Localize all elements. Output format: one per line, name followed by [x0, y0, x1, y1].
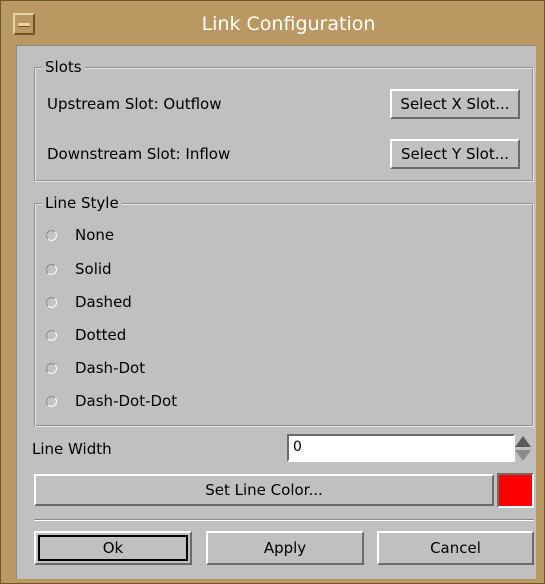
- spin-up-icon[interactable]: [515, 436, 531, 447]
- window-menu-button[interactable]: [13, 13, 35, 35]
- radio-label: Dashed: [75, 293, 132, 311]
- slots-group: Slots Upstream Slot: Outflow Select X Sl…: [34, 58, 534, 182]
- radio-label: Dash-Dot: [75, 359, 146, 377]
- title-bar[interactable]: Link Configuration: [9, 7, 532, 41]
- line-style-option-dotted[interactable]: Dotted: [46, 324, 126, 346]
- radio-icon: [46, 395, 57, 407]
- radio-icon: [46, 263, 57, 275]
- spin-down-icon[interactable]: [515, 450, 531, 461]
- line-style-option-dash-dot[interactable]: Dash-Dot: [46, 357, 145, 379]
- line-color-swatch: [497, 473, 534, 508]
- radio-label: None: [75, 226, 115, 244]
- apply-button[interactable]: Apply: [206, 531, 364, 565]
- set-line-color-button[interactable]: Set Line Color...: [34, 474, 494, 506]
- downstream-slot-label: Downstream Slot: Inflow: [47, 145, 231, 163]
- radio-label: Dotted: [75, 326, 127, 344]
- line-style-option-solid[interactable]: Solid: [46, 258, 112, 280]
- line-style-option-dashed[interactable]: Dashed: [46, 291, 132, 313]
- line-style-group-title: Line Style: [42, 194, 122, 212]
- select-x-slot-button[interactable]: Select X Slot...: [390, 89, 520, 119]
- radio-icon: [46, 296, 57, 308]
- line-style-group: Line Style None Solid Dashed Dotted Dash…: [34, 194, 534, 427]
- ok-button[interactable]: Ok: [34, 531, 192, 565]
- select-y-slot-button[interactable]: Select Y Slot...: [390, 139, 520, 169]
- window-title: Link Configuration: [201, 13, 376, 35]
- radio-icon: [46, 362, 57, 374]
- upstream-slot-label: Upstream Slot: Outflow: [47, 95, 222, 113]
- dialog-body: Slots Upstream Slot: Outflow Select X Sl…: [16, 45, 536, 579]
- slots-group-title: Slots: [42, 58, 85, 76]
- line-style-option-none[interactable]: None: [46, 224, 114, 246]
- line-width-label: Line Width: [32, 440, 112, 458]
- radio-icon: [46, 329, 57, 341]
- radio-icon: [46, 229, 57, 241]
- window-menu-icon: [18, 23, 30, 27]
- line-width-spinner[interactable]: [515, 436, 531, 464]
- radio-label: Dash-Dot-Dot: [75, 392, 178, 410]
- button-separator: [34, 519, 534, 521]
- line-width-input[interactable]: 0: [287, 434, 515, 462]
- cancel-button[interactable]: Cancel: [377, 531, 534, 565]
- radio-label: Solid: [75, 260, 112, 278]
- dialog-window: Link Configuration Slots Upstream Slot: …: [0, 0, 545, 584]
- line-style-option-dash-dot-dot[interactable]: Dash-Dot-Dot: [46, 390, 177, 412]
